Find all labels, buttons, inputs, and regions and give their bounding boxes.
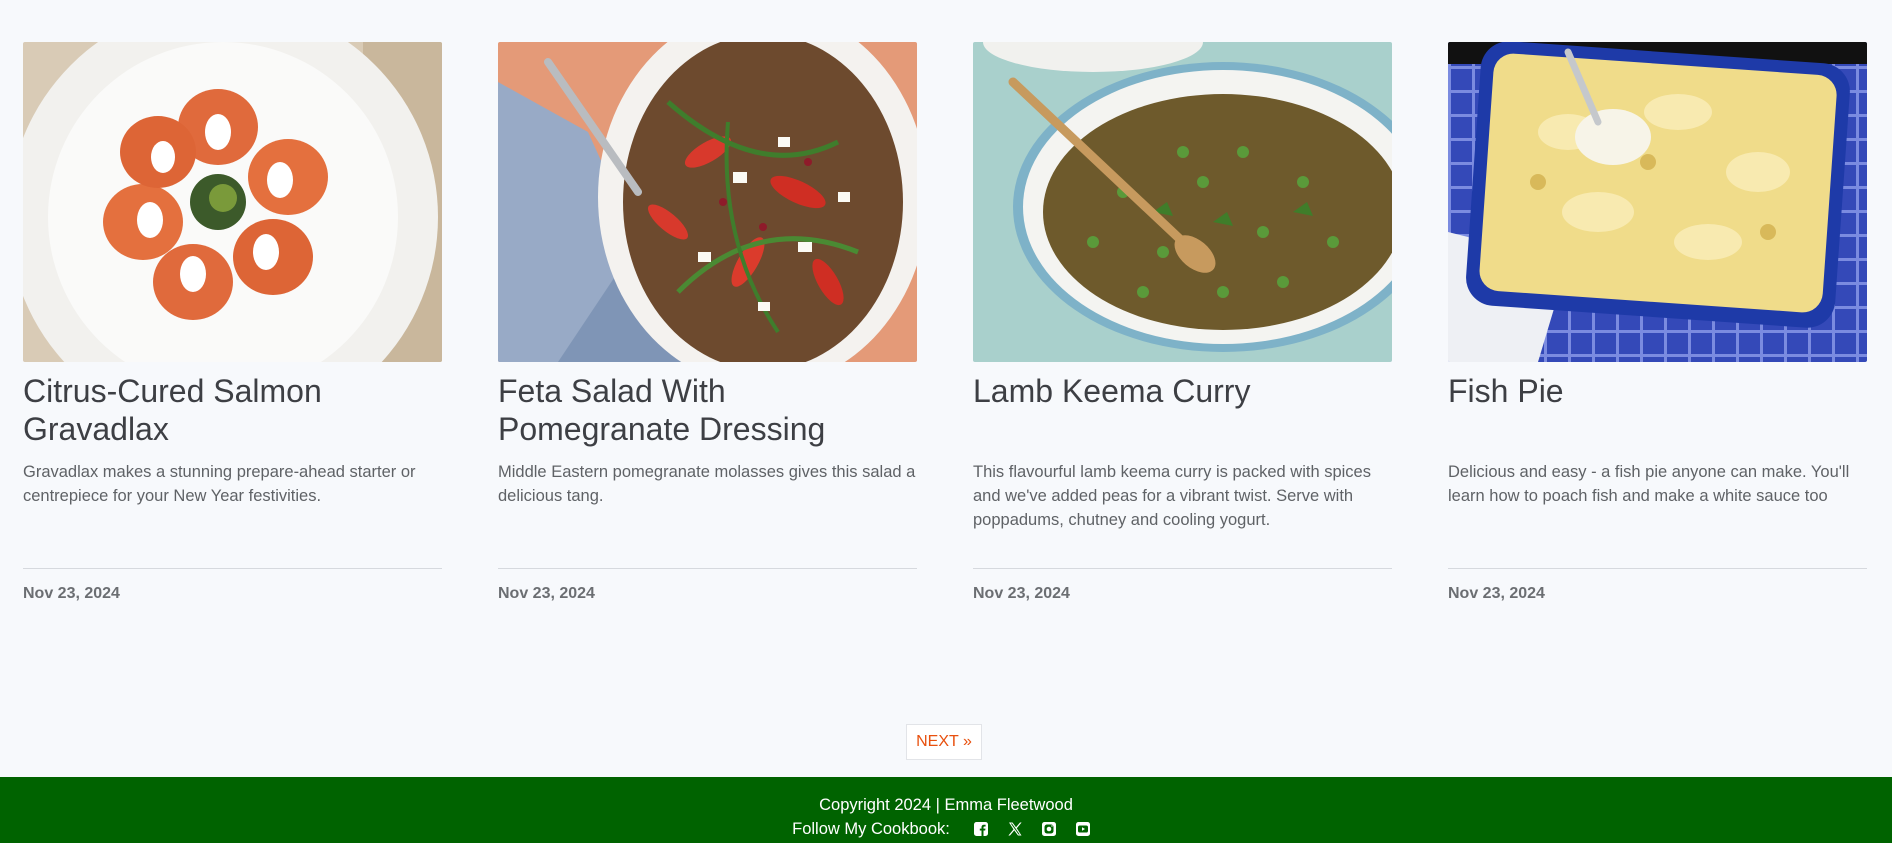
recipe-card: Fish Pie Delicious and easy - a fish pie… <box>1448 42 1867 603</box>
recipe-card: Citrus-Cured Salmon Gravadlax Gravadlax … <box>23 42 442 603</box>
recipe-title[interactable]: Lamb Keema Curry <box>973 372 1392 448</box>
recipe-excerpt: Gravadlax makes a stunning prepare-ahead… <box>23 463 416 505</box>
youtube-icon[interactable] <box>1075 821 1091 837</box>
next-page-button[interactable]: NEXT » <box>906 724 982 760</box>
recipe-title[interactable]: Citrus-Cured Salmon Gravadlax <box>23 372 442 448</box>
instagram-icon[interactable] <box>1041 821 1057 837</box>
card-divider <box>1448 568 1867 569</box>
site-footer: Copyright 2024 | Emma Fleetwood Follow M… <box>0 777 1892 843</box>
recipe-image[interactable] <box>498 42 917 362</box>
card-divider <box>973 568 1392 569</box>
recipe-date: Nov 23, 2024 <box>1448 585 1545 602</box>
social-links: Follow My Cookbook: <box>792 819 1100 839</box>
card-divider <box>498 568 917 569</box>
recipe-excerpt: Delicious and easy - a fish pie anyone c… <box>1448 463 1850 505</box>
facebook-icon[interactable] <box>973 821 989 837</box>
recipe-date: Nov 23, 2024 <box>23 585 120 602</box>
follow-label: Follow My Cookbook: <box>792 820 950 838</box>
card-divider <box>23 568 442 569</box>
recipe-grid: Citrus-Cured Salmon Gravadlax Gravadlax … <box>23 42 1867 603</box>
x-icon[interactable] <box>1007 821 1023 837</box>
recipe-excerpt: This flavourful lamb keema curry is pack… <box>973 463 1371 529</box>
recipe-title[interactable]: Fish Pie <box>1448 372 1867 448</box>
recipe-date: Nov 23, 2024 <box>973 585 1070 602</box>
copyright-text: Copyright 2024 | Emma Fleetwood <box>819 796 1073 814</box>
recipe-card: Lamb Keema Curry This flavourful lamb ke… <box>973 42 1392 603</box>
recipe-card: Feta Salad With Pomegranate Dressing Mid… <box>498 42 917 603</box>
recipe-image[interactable] <box>973 42 1392 362</box>
recipe-date: Nov 23, 2024 <box>498 585 595 602</box>
recipe-title[interactable]: Feta Salad With Pomegranate Dressing <box>498 372 917 448</box>
recipe-image[interactable] <box>23 42 442 362</box>
recipe-image[interactable] <box>1448 42 1867 362</box>
recipe-excerpt: Middle Eastern pomegranate molasses give… <box>498 463 916 505</box>
